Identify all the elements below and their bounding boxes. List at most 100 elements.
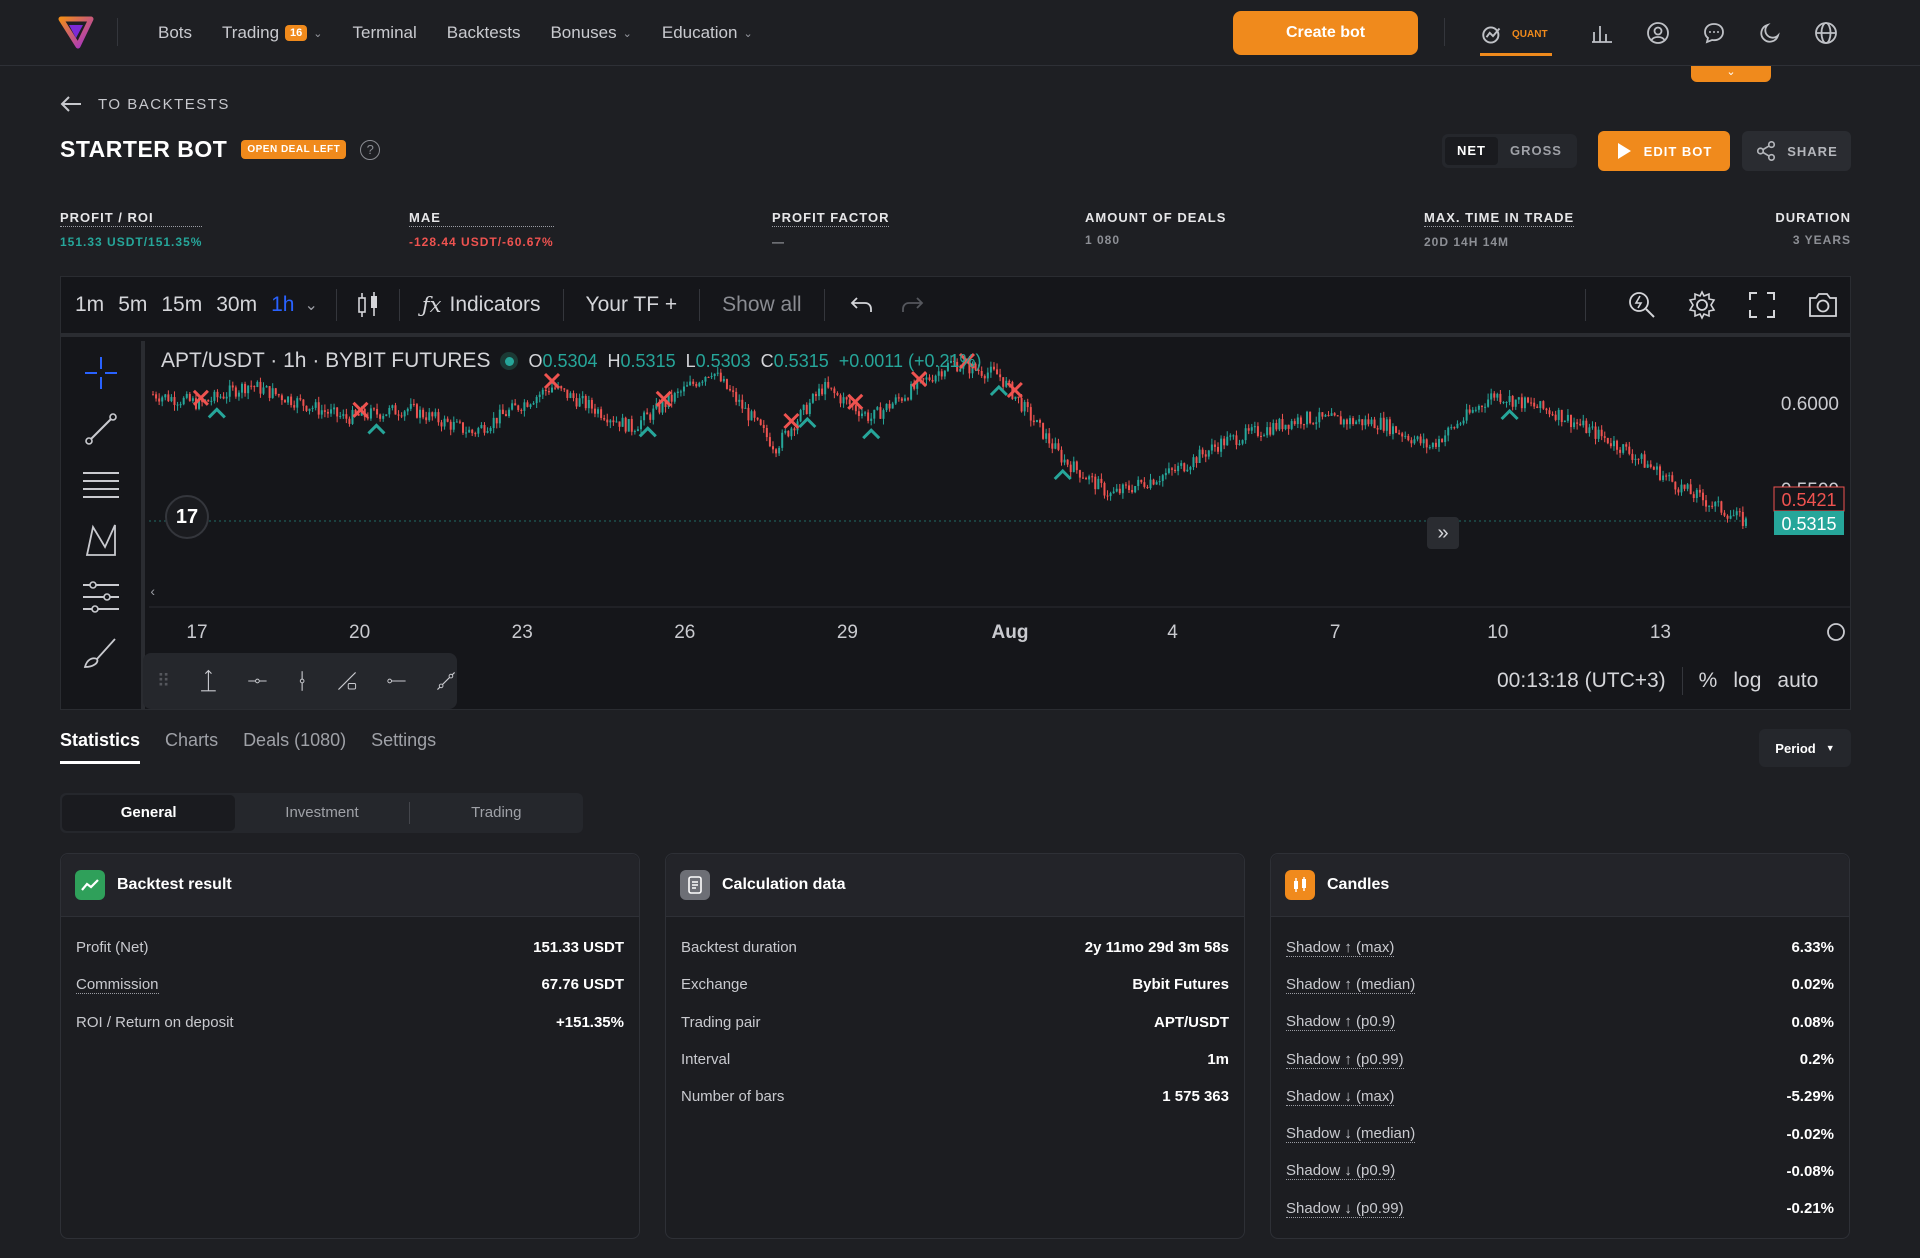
stat-label[interactable]: Shadow ↑ (p0.99) <box>1286 1051 1404 1069</box>
candle-body <box>228 385 231 397</box>
moon-icon[interactable] <box>1758 21 1782 45</box>
pattern-icon[interactable] <box>81 521 121 561</box>
candle-body <box>857 411 860 416</box>
tab-settings[interactable]: Settings <box>371 730 436 764</box>
chevron-down-icon: ⌄ <box>743 27 753 40</box>
tab-charts[interactable]: Charts <box>165 730 218 764</box>
candle-body <box>1643 454 1646 468</box>
candle-body <box>679 391 682 393</box>
candle-body <box>532 403 535 405</box>
candle-type-icon[interactable] <box>355 290 381 320</box>
stat-label: Backtest duration <box>681 939 797 957</box>
chevron-down-icon[interactable]: ⌄ <box>304 295 317 315</box>
quant-link[interactable]: QUANT <box>1480 16 1552 56</box>
tf-30m[interactable]: 30m <box>216 293 257 317</box>
stat-label[interactable]: Commission <box>76 976 159 994</box>
trend-line-icon[interactable] <box>81 409 121 449</box>
tf-5m[interactable]: 5m <box>118 293 147 317</box>
subtab-investment[interactable]: Investment <box>235 795 408 831</box>
stat-row: Exchange Bybit Futures <box>681 966 1229 1003</box>
tradingview-logo-icon[interactable]: 17 <box>165 495 209 539</box>
candle-body <box>244 383 247 394</box>
scroll-to-latest-icon[interactable]: » <box>1427 517 1459 549</box>
prediction-icon[interactable] <box>81 577 121 617</box>
stat-label[interactable]: Shadow ↓ (median) <box>1286 1125 1416 1144</box>
tab-deals[interactable]: Deals (1080) <box>243 730 346 764</box>
buy-marker <box>862 428 881 440</box>
candle-body <box>207 399 210 402</box>
crosshair-icon[interactable] <box>81 353 121 393</box>
candle-body <box>1235 435 1238 445</box>
nav-education[interactable]: Education ⌄ <box>662 23 753 43</box>
user-avatar-icon[interactable] <box>1646 21 1670 45</box>
tab-statistics[interactable]: Statistics <box>60 730 141 764</box>
stat-label[interactable]: Shadow ↓ (max) <box>1286 1088 1395 1106</box>
candle-body <box>612 420 615 423</box>
logo-icon[interactable] <box>58 14 94 50</box>
period-dropdown[interactable]: Period ▼ <box>1759 729 1851 767</box>
auto-scale-toggle[interactable]: auto <box>1777 669 1818 693</box>
nav-backtests[interactable]: Backtests <box>447 23 521 43</box>
axis-settings-icon[interactable] <box>1827 623 1845 641</box>
collapse-tab[interactable]: ⌄ <box>1691 66 1771 82</box>
gross-option[interactable]: GROSS <box>1498 137 1574 165</box>
clock-readout[interactable]: 00:13:18 (UTC+3) <box>1497 669 1666 693</box>
nav-bonuses[interactable]: Bonuses ⌄ <box>550 23 631 43</box>
tf-1m[interactable]: 1m <box>75 293 104 317</box>
share-button[interactable]: SHARE <box>1742 131 1851 171</box>
net-option[interactable]: NET <box>1445 137 1498 165</box>
stat-label[interactable]: Shadow ↑ (max) <box>1286 939 1395 957</box>
horizontal-ray-icon[interactable] <box>247 666 268 696</box>
brush-icon[interactable] <box>81 633 121 673</box>
candle-body <box>1358 419 1361 422</box>
metric-label[interactable]: PROFIT FACTOR <box>772 210 890 227</box>
camera-icon[interactable] <box>1806 289 1840 321</box>
tf-15m[interactable]: 15m <box>161 293 202 317</box>
back-to-backtests-link[interactable]: TO BACKTESTS <box>60 95 230 113</box>
show-all-button[interactable]: Show all <box>722 293 801 317</box>
info-line-icon[interactable] <box>336 663 358 699</box>
extended-line-icon[interactable] <box>435 663 457 699</box>
metric-label[interactable]: PROFIT / ROI <box>60 210 203 227</box>
subtab-general[interactable]: General <box>62 795 236 831</box>
vertical-range-icon[interactable] <box>198 661 219 701</box>
bar-chart-icon[interactable] <box>1590 21 1614 45</box>
undo-icon[interactable] <box>849 294 875 316</box>
redo-icon[interactable] <box>899 294 925 316</box>
vertical-line-icon[interactable] <box>296 663 308 699</box>
percent-scale-toggle[interactable]: % <box>1699 669 1718 693</box>
help-icon[interactable]: ? <box>360 139 381 160</box>
edit-bot-button[interactable]: EDIT BOT <box>1598 131 1730 171</box>
globe-icon[interactable] <box>1814 21 1838 45</box>
stat-label[interactable]: Shadow ↑ (p0.9) <box>1286 1013 1396 1032</box>
stat-label[interactable]: Shadow ↑ (median) <box>1286 976 1416 994</box>
subtab-trading[interactable]: Trading <box>410 795 583 831</box>
candle-body <box>1023 402 1026 412</box>
candle-body <box>185 393 188 398</box>
candle-body <box>1431 442 1434 448</box>
drag-handle-icon[interactable]: ⠿ <box>157 671 170 692</box>
create-bot-button[interactable]: Create bot <box>1233 11 1418 55</box>
nav-terminal[interactable]: Terminal <box>353 23 417 43</box>
log-scale-toggle[interactable]: log <box>1733 669 1761 693</box>
settings-gear-icon[interactable] <box>1686 289 1718 321</box>
stat-label[interactable]: Shadow ↓ (p0.9) <box>1286 1162 1396 1181</box>
metric-label[interactable]: MAE <box>409 210 554 227</box>
metric-label[interactable]: MAX. TIME IN TRADE <box>1424 210 1575 227</box>
nav-bots[interactable]: Bots <box>158 23 192 43</box>
candle-body <box>833 388 836 394</box>
candle-body <box>1201 449 1204 455</box>
fib-retracement-icon[interactable] <box>81 465 121 505</box>
indicators-button[interactable]: ƒx Indicators <box>422 293 541 317</box>
candle-body <box>725 379 728 389</box>
candle-body <box>771 446 774 450</box>
nav-trading[interactable]: Trading 16 ⌄ <box>222 23 322 43</box>
ray-icon[interactable] <box>386 666 407 696</box>
stat-label[interactable]: Shadow ↓ (p0.99) <box>1286 1200 1404 1218</box>
your-tf-button[interactable]: Your TF + <box>586 293 678 317</box>
quick-search-icon[interactable] <box>1626 289 1658 321</box>
chat-icon[interactable] <box>1702 21 1726 45</box>
tf-1h[interactable]: 1h <box>271 293 294 317</box>
candle-body <box>1468 409 1471 413</box>
fullscreen-icon[interactable] <box>1746 289 1778 321</box>
